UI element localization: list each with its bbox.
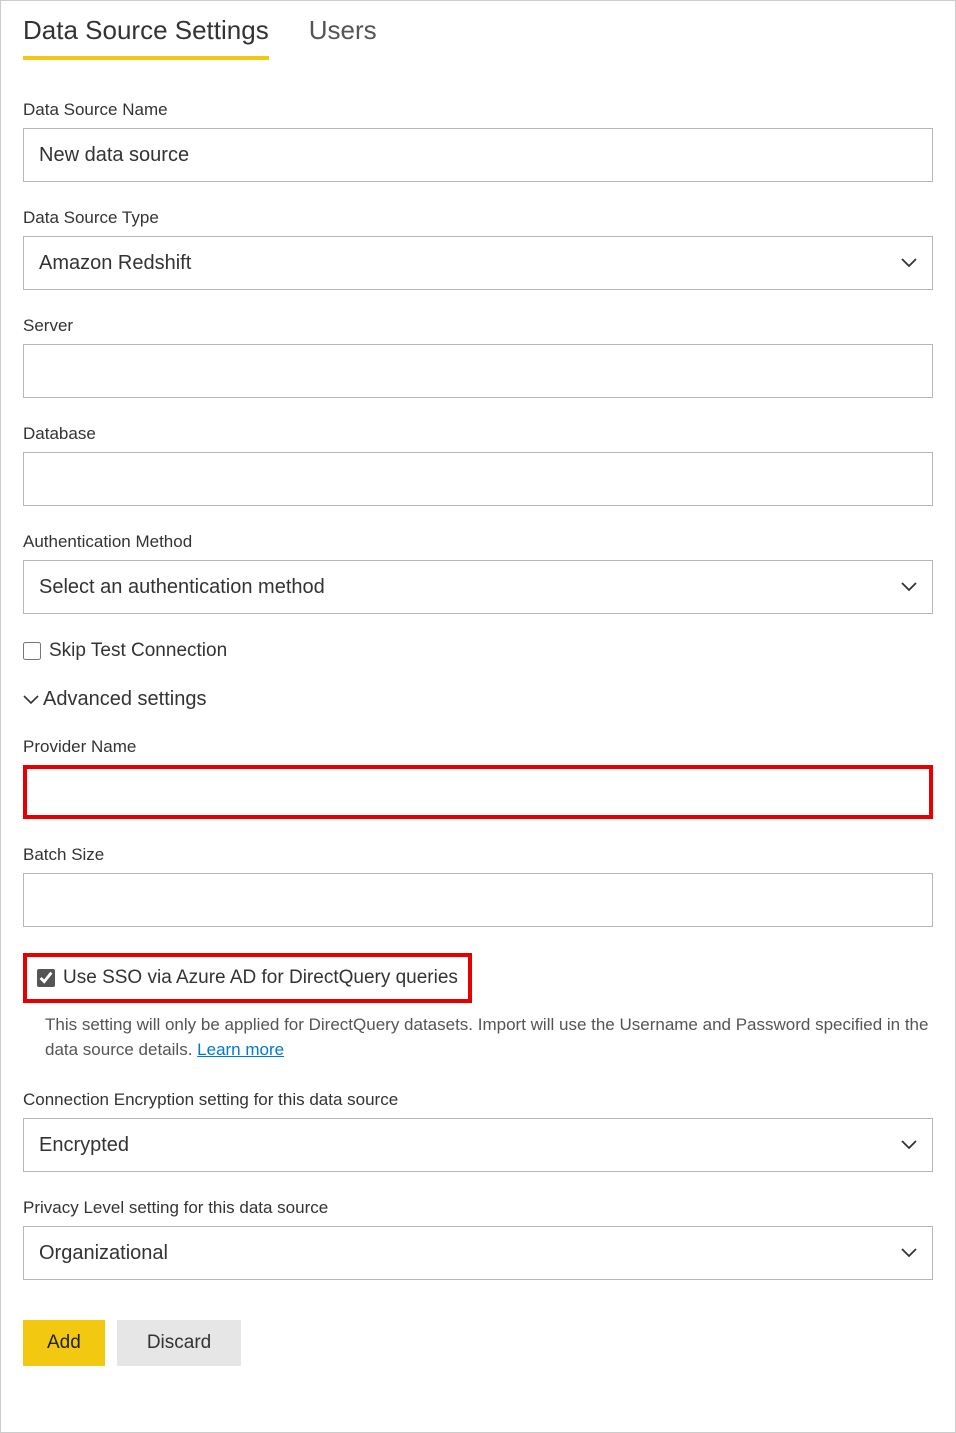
add-button[interactable]: Add (23, 1320, 105, 1366)
field-data-source-name: Data Source Name (23, 100, 933, 182)
label-privacy-level: Privacy Level setting for this data sour… (23, 1198, 933, 1218)
sso-help-text: This setting will only be applied for Di… (45, 1013, 933, 1062)
input-provider-name[interactable] (23, 765, 933, 819)
advanced-settings-label: Advanced settings (43, 688, 206, 711)
select-connection-encryption[interactable]: Encrypted (23, 1118, 933, 1172)
input-server[interactable] (23, 344, 933, 398)
button-row: Add Discard (23, 1320, 933, 1366)
label-provider-name: Provider Name (23, 737, 933, 757)
learn-more-link[interactable]: Learn more (197, 1040, 284, 1059)
input-data-source-name[interactable] (23, 128, 933, 182)
label-connection-encryption: Connection Encryption setting for this d… (23, 1090, 933, 1110)
field-provider-name: Provider Name (23, 737, 933, 819)
advanced-settings-toggle[interactable]: Advanced settings (23, 688, 933, 711)
input-batch-size[interactable] (23, 873, 933, 927)
label-server: Server (23, 316, 933, 336)
skip-test-connection-row: Skip Test Connection (23, 640, 933, 662)
select-data-source-type-value: Amazon Redshift (39, 252, 191, 275)
label-batch-size: Batch Size (23, 845, 933, 865)
checkbox-skip-test[interactable] (23, 642, 41, 660)
field-privacy-level: Privacy Level setting for this data sour… (23, 1198, 933, 1280)
label-auth-method: Authentication Method (23, 532, 933, 552)
tabs: Data Source Settings Users (23, 1, 933, 60)
label-data-source-name: Data Source Name (23, 100, 933, 120)
tab-users[interactable]: Users (309, 15, 377, 60)
select-auth-method-value: Select an authentication method (39, 576, 325, 599)
select-connection-encryption-value: Encrypted (39, 1134, 129, 1157)
label-skip-test: Skip Test Connection (49, 640, 227, 662)
chevron-down-icon (23, 695, 39, 705)
sso-help-text-body: This setting will only be applied for Di… (45, 1015, 928, 1059)
input-database[interactable] (23, 452, 933, 506)
field-batch-size: Batch Size (23, 845, 933, 927)
select-data-source-type[interactable]: Amazon Redshift (23, 236, 933, 290)
data-source-settings-panel: Data Source Settings Users Data Source N… (0, 0, 956, 1433)
field-connection-encryption: Connection Encryption setting for this d… (23, 1090, 933, 1172)
field-data-source-type: Data Source Type Amazon Redshift (23, 208, 933, 290)
select-privacy-level[interactable]: Organizational (23, 1226, 933, 1280)
sso-highlight-box: Use SSO via Azure AD for DirectQuery que… (23, 953, 472, 1003)
select-privacy-level-value: Organizational (39, 1242, 168, 1265)
discard-button[interactable]: Discard (117, 1320, 241, 1366)
select-auth-method[interactable]: Select an authentication method (23, 560, 933, 614)
tab-data-source-settings[interactable]: Data Source Settings (23, 15, 269, 60)
field-auth-method: Authentication Method Select an authenti… (23, 532, 933, 614)
checkbox-sso[interactable] (37, 969, 55, 987)
field-server: Server (23, 316, 933, 398)
label-database: Database (23, 424, 933, 444)
field-database: Database (23, 424, 933, 506)
label-sso: Use SSO via Azure AD for DirectQuery que… (63, 967, 458, 989)
label-data-source-type: Data Source Type (23, 208, 933, 228)
